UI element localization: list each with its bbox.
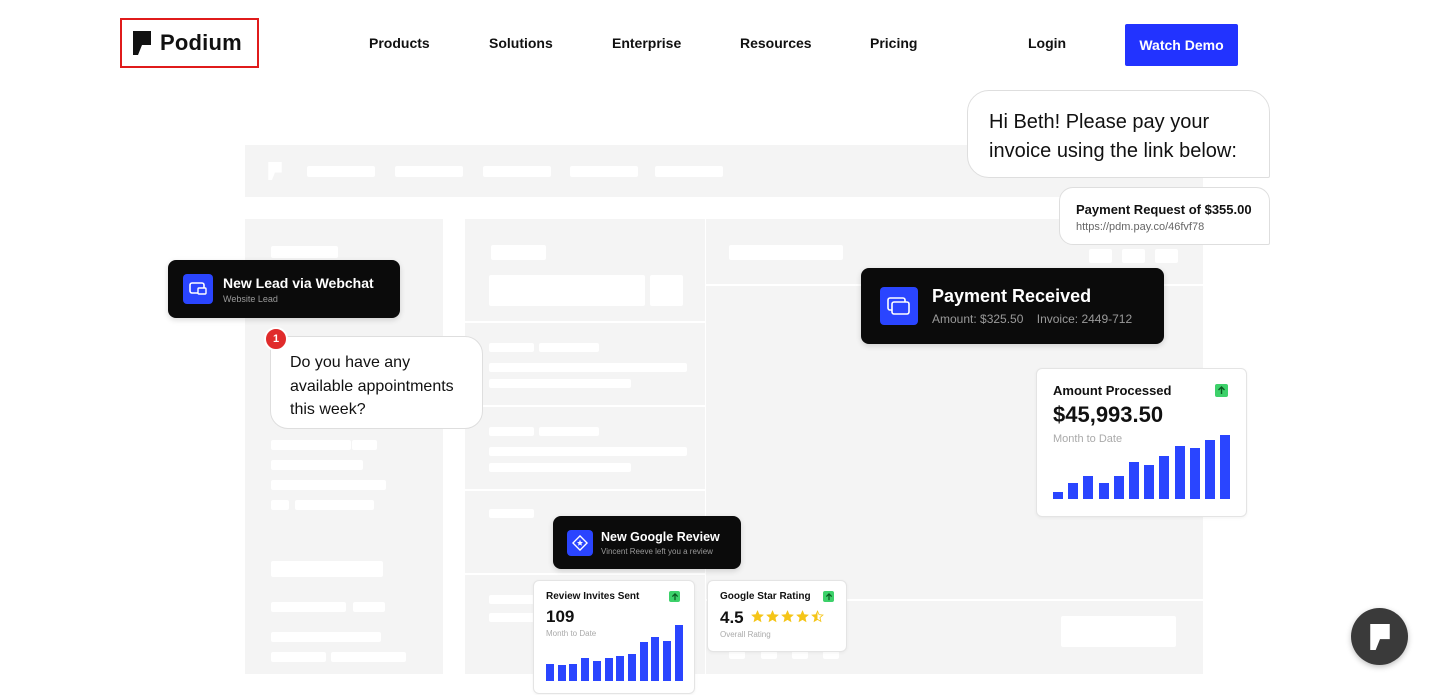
review-invites-card: Review Invites Sent 109 Month to Date (533, 580, 695, 694)
payment-received-card[interactable]: Payment Received Amount: $325.50 Invoice… (861, 268, 1164, 344)
nav-products[interactable]: Products (369, 35, 430, 51)
amount-processed-bar (1113, 476, 1124, 499)
arrow-up-icon (1215, 384, 1228, 397)
review-invites-bar (627, 654, 636, 681)
star-rating-caption: Overall Rating (720, 630, 771, 639)
google-review-subtitle: Vincent Reeve left you a review (601, 546, 713, 556)
mock-logo-icon (268, 162, 282, 180)
appointment-line2: available appointments (290, 377, 454, 395)
review-invites-bar (604, 658, 613, 681)
payment-request-card[interactable]: Payment Request of $355.00 https://pdm.p… (1059, 187, 1270, 245)
nav-resources[interactable]: Resources (740, 35, 812, 51)
amount-processed-bar (1144, 465, 1155, 499)
star-rating-card: Google Star Rating 4.5 Overall Rating (707, 580, 847, 652)
amount-processed-card: Amount Processed $45,993.50 Month to Dat… (1036, 368, 1247, 517)
review-invites-bar (569, 664, 578, 681)
amount-processed-bar (1220, 435, 1231, 499)
amount-processed-bar (1083, 476, 1094, 499)
payment-received-invoice: Invoice: 2449-712 (1036, 312, 1133, 326)
review-invites-bar (639, 642, 648, 681)
arrow-up-icon (823, 591, 834, 602)
review-invites-bar (663, 641, 671, 681)
star-icon (751, 610, 764, 623)
amount-processed-bar (1174, 446, 1185, 499)
arrow-up-icon (669, 591, 680, 602)
new-lead-title: New Lead via Webchat (223, 274, 374, 291)
google-review-title: New Google Review (601, 529, 720, 544)
nav-solutions[interactable]: Solutions (489, 35, 553, 51)
payment-request-link[interactable]: https://pdm.pay.co/46fvf78 (1076, 221, 1269, 233)
appointment-line3: this week? (290, 401, 366, 418)
google-star-icon (567, 529, 593, 556)
amount-processed-bar (1129, 462, 1139, 499)
review-invites-title: Review Invites Sent (546, 591, 640, 602)
invoice-message-line1: Hi Beth! Please pay your (989, 111, 1210, 133)
star-icon (811, 610, 824, 623)
webchat-icon (183, 274, 213, 304)
podium-logo-icon (133, 31, 151, 55)
review-invites-bar (674, 625, 683, 681)
amount-processed-bar (1205, 440, 1215, 499)
star-icon (796, 610, 809, 623)
payment-received-amount: Amount: $325.50 (932, 312, 1024, 326)
new-lead-card[interactable]: New Lead via Webchat Website Lead (168, 260, 400, 318)
review-invites-bar (557, 665, 566, 681)
review-invites-bar (581, 658, 590, 681)
star-rating-stars (751, 610, 826, 624)
watch-demo-button[interactable]: Watch Demo (1125, 24, 1238, 66)
amount-processed-title: Amount Processed (1053, 383, 1172, 398)
star-rating-value: 4.5 (720, 608, 744, 627)
nav-enterprise[interactable]: Enterprise (612, 35, 681, 51)
amount-processed-bar (1159, 456, 1170, 499)
appointment-message-bubble: Do you have any available appointments t… (270, 336, 483, 429)
review-invites-bar (651, 637, 660, 681)
star-icon (766, 610, 779, 623)
amount-processed-bar (1098, 483, 1109, 499)
invoice-message-bubble: Hi Beth! Please pay your invoice using t… (967, 90, 1270, 178)
review-invites-bar (546, 664, 554, 681)
google-review-card[interactable]: New Google Review Vincent Reeve left you… (553, 516, 741, 569)
new-lead-subtitle: Website Lead (223, 293, 278, 304)
star-rating-title: Google Star Rating (720, 591, 811, 602)
payment-request-title: Payment Request of $355.00 (1076, 202, 1252, 217)
notification-badge: 1 (264, 327, 288, 351)
amount-processed-bar (1068, 483, 1079, 499)
login-link[interactable]: Login (1028, 35, 1066, 51)
appointment-line1: Do you have any (290, 354, 411, 371)
amount-processed-bar (1189, 448, 1200, 499)
nav-pricing[interactable]: Pricing (870, 35, 917, 51)
invoice-message-line2: invoice using the link below: (989, 140, 1237, 162)
review-invites-chart (546, 619, 683, 681)
payment-received-title: Payment Received (932, 286, 1092, 306)
amount-processed-bar (1053, 492, 1063, 499)
logo-text: Podium (160, 30, 242, 55)
amount-processed-chart (1053, 421, 1231, 499)
credit-card-icon (880, 287, 918, 325)
chat-widget-icon (1369, 623, 1390, 650)
review-invites-bar (592, 661, 601, 681)
star-icon (781, 610, 794, 623)
logo[interactable]: Podium (120, 18, 259, 68)
chat-widget-button[interactable] (1351, 608, 1408, 665)
review-invites-bar (616, 656, 625, 681)
